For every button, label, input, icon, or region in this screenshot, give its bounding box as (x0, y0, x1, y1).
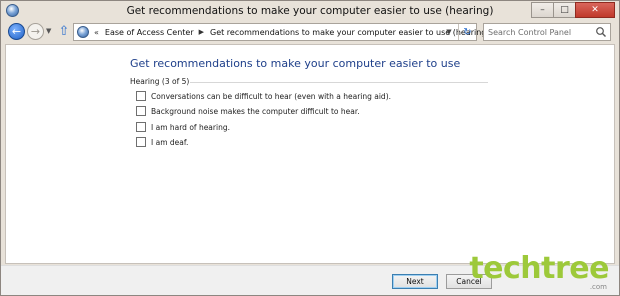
search-icon[interactable] (595, 26, 607, 38)
window-title: Get recommendations to make your compute… (126, 5, 494, 17)
navigation-bar: ← → ▼ ⇧ « Ease of Access Center ▶ Get re… (1, 21, 619, 43)
option-deaf[interactable]: I am deaf. (136, 137, 188, 147)
option-label[interactable]: I am hard of hearing. (151, 123, 230, 132)
option-hard-of-hearing[interactable]: I am hard of hearing. (136, 122, 230, 132)
back-arrow-icon: ← (11, 25, 22, 38)
main-content: Get recommendations to make your compute… (5, 44, 615, 264)
watermark-domain: .com (589, 283, 607, 291)
window: Get recommendations to make your compute… (0, 0, 620, 296)
option-conversations[interactable]: Conversations can be difficult to hear (… (136, 91, 391, 101)
option-label[interactable]: Conversations can be difficult to hear (… (151, 92, 391, 101)
checkbox[interactable] (136, 122, 146, 132)
up-arrow-icon[interactable]: ⇧ (58, 24, 70, 39)
next-button[interactable]: Next (392, 274, 438, 289)
breadcrumb-ease-of-access[interactable]: Ease of Access Center (105, 28, 194, 37)
forward-button[interactable]: → (27, 23, 44, 40)
group-label: Hearing (3 of 5) (130, 77, 190, 86)
group-divider (190, 82, 488, 83)
close-button[interactable]: ✕ (575, 2, 615, 18)
option-label[interactable]: I am deaf. (151, 138, 188, 147)
address-chevron-icon[interactable]: « (94, 28, 99, 37)
control-panel-icon (77, 26, 89, 38)
option-background-noise[interactable]: Background noise makes the computer diff… (136, 106, 360, 116)
maximize-button[interactable]: □ (553, 2, 575, 18)
address-dropdown-icon[interactable]: ▼ (442, 24, 456, 40)
search-input[interactable] (488, 26, 588, 38)
checkbox[interactable] (136, 106, 146, 116)
history-dropdown-icon[interactable]: ▼ (46, 27, 51, 35)
checkbox[interactable] (136, 137, 146, 147)
breadcrumb-separator-icon[interactable]: ▶ (199, 28, 204, 36)
address-bar[interactable]: « Ease of Access Center ▶ Get recommenda… (73, 23, 490, 41)
forward-arrow-icon: → (30, 25, 41, 38)
page-title: Get recommendations to make your compute… (130, 57, 461, 70)
checkbox[interactable] (136, 91, 146, 101)
option-label[interactable]: Background noise makes the computer diff… (151, 107, 360, 116)
window-controls: – □ ✕ (531, 2, 615, 19)
minimize-button[interactable]: – (531, 2, 553, 18)
refresh-icon[interactable]: ↻ (458, 24, 476, 40)
title-bar: Get recommendations to make your compute… (1, 1, 619, 21)
back-button[interactable]: ← (8, 23, 25, 40)
search-box[interactable] (483, 23, 611, 41)
watermark-logo: techtree (469, 251, 609, 286)
